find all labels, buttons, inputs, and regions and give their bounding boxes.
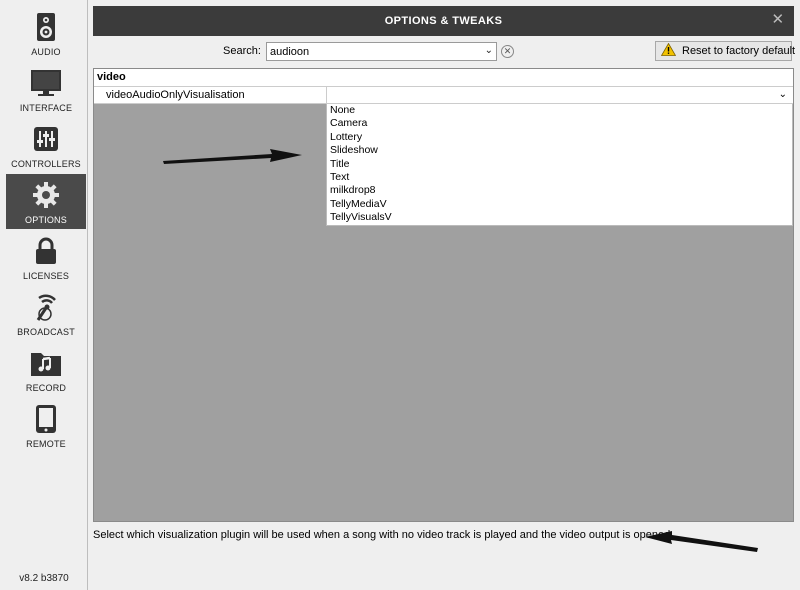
- dropdown-option[interactable]: TellyMediaV: [327, 198, 792, 211]
- sidebar-item-label: BROADCAST: [17, 327, 75, 337]
- dropdown-option[interactable]: TellyVisualsV: [327, 211, 792, 224]
- sidebar-item-remote[interactable]: REMOTE: [6, 398, 86, 453]
- sidebar-item-audio[interactable]: AUDIO: [6, 6, 86, 61]
- sidebar-item-licenses[interactable]: LICENSES: [6, 230, 86, 285]
- dropdown-option[interactable]: Camera: [327, 117, 792, 130]
- sidebar-item-interface[interactable]: INTERFACE: [6, 62, 86, 117]
- chevron-down-icon[interactable]: ⌄: [485, 45, 493, 56]
- sidebar: AUDIO INTERFACE CONTROLLERS OPTIONS LICE…: [0, 0, 88, 590]
- sidebar-item-record[interactable]: RECORD: [6, 342, 86, 397]
- chevron-down-icon[interactable]: ⌄: [779, 89, 787, 100]
- sidebar-item-label: INTERFACE: [19, 103, 73, 113]
- broadcast-icon: [6, 290, 86, 324]
- version-label: v8.2 b3870: [19, 573, 69, 584]
- main-panel: OPTIONS & TWEAKS ✕ Search: ⌄ ✕ Reset to …: [93, 6, 796, 584]
- option-name: videoAudioOnlyVisualisation: [106, 89, 245, 101]
- speaker-icon: [6, 10, 86, 44]
- dropdown-option[interactable]: Text: [327, 171, 792, 184]
- sidebar-item-label: OPTIONS: [25, 215, 67, 225]
- warning-icon: [660, 42, 677, 59]
- search-row: Search: ⌄ ✕ Reset to factory default: [93, 40, 796, 64]
- sidebar-item-label: REMOTE: [26, 439, 66, 449]
- column-divider: [326, 87, 327, 104]
- music-folder-icon: [6, 346, 86, 380]
- reset-button-label: Reset to factory default: [682, 45, 796, 57]
- dropdown-option[interactable]: Lottery: [327, 131, 792, 144]
- tablet-icon: [6, 402, 86, 436]
- gear-icon: [6, 178, 86, 212]
- sidebar-item-label: RECORD: [25, 383, 67, 393]
- dropdown-option[interactable]: Slideshow: [327, 144, 792, 157]
- visualisation-dropdown-list: None Camera Lottery Slideshow Title Text…: [326, 104, 793, 226]
- options-content: video videoAudioOnlyVisualisation ⌄ None…: [93, 68, 794, 522]
- section-header-video: video: [94, 69, 793, 87]
- search-input[interactable]: [267, 43, 477, 60]
- monitor-icon: [6, 66, 86, 100]
- search-combobox[interactable]: ⌄: [266, 42, 497, 61]
- window-titlebar: OPTIONS & TWEAKS ✕: [93, 6, 794, 36]
- search-label: Search:: [223, 45, 261, 57]
- reset-factory-default-button[interactable]: Reset to factory default: [655, 41, 796, 61]
- lock-icon: [6, 234, 86, 268]
- close-button[interactable]: ✕: [770, 12, 786, 28]
- sidebar-item-options[interactable]: OPTIONS: [6, 174, 86, 229]
- option-row-videoaudioonlyvisualisation[interactable]: videoAudioOnlyVisualisation ⌄: [94, 87, 793, 104]
- sidebar-item-controllers[interactable]: CONTROLLERS: [6, 118, 86, 173]
- window-title: OPTIONS & TWEAKS: [384, 15, 503, 27]
- dropdown-option[interactable]: None: [327, 104, 792, 117]
- sidebar-item-broadcast[interactable]: BROADCAST: [6, 286, 86, 341]
- sidebar-item-label: CONTROLLERS: [11, 159, 81, 169]
- sidebar-item-label: LICENSES: [22, 271, 70, 281]
- dropdown-option[interactable]: Title: [327, 158, 792, 171]
- dropdown-option[interactable]: milkdrop8: [327, 184, 792, 197]
- sidebar-item-label: AUDIO: [31, 47, 61, 57]
- option-description: Select which visualization plugin will b…: [93, 529, 671, 541]
- sliders-icon: [6, 122, 86, 156]
- clear-search-icon[interactable]: ✕: [501, 45, 514, 58]
